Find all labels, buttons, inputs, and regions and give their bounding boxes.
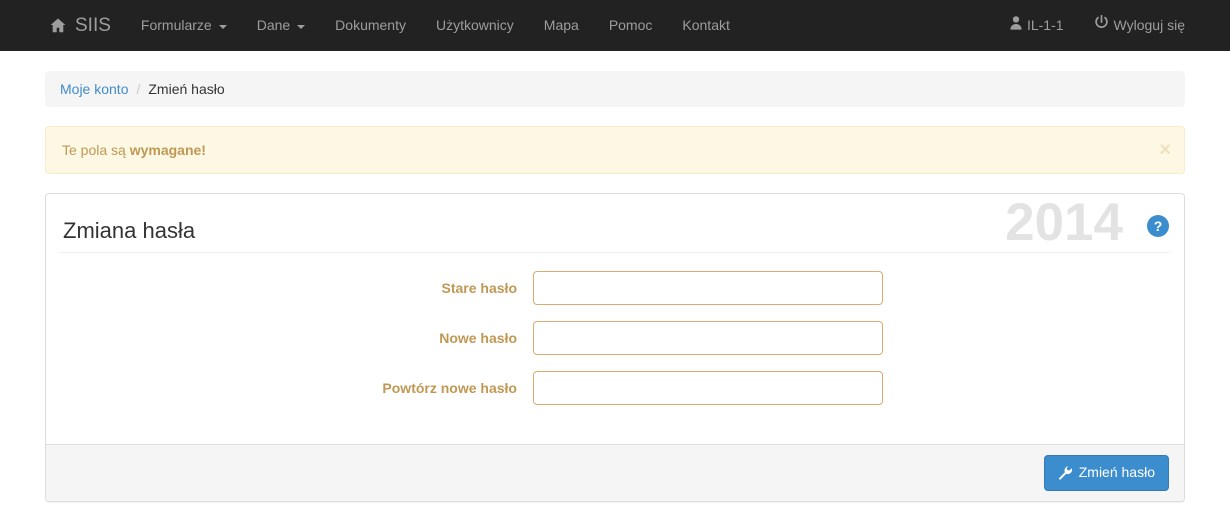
nav-item-label: Mapa (543, 17, 579, 33)
nav-item-user-account[interactable]: IL-1-1 (995, 0, 1079, 51)
nav-item-label: Pomoc (608, 17, 653, 33)
user-label: IL-1-1 (1026, 17, 1064, 33)
panel-header: Zmiana hasła 2014 ? (61, 196, 1169, 253)
nav-item-label: Dane (256, 17, 291, 33)
change-password-button[interactable]: Zmień hasło (1043, 455, 1169, 491)
alert-text: Te pola są wymagane! (62, 142, 206, 158)
navbar-right-group: IL-1-1 Wyloguj się (995, 0, 1230, 51)
alert-text-prefix: Te pola są (62, 142, 130, 158)
new-password-label: Nowe hasło (439, 330, 517, 346)
nav-item-mapa[interactable]: Mapa (529, 0, 594, 51)
nav-item-label: Użytkownicy (435, 17, 514, 33)
navbar-left-group: SIIS Formularze Dane Dokumenty Użytkowni… (0, 0, 745, 51)
new-password-input[interactable] (533, 321, 883, 355)
old-password-label: Stare hasło (441, 280, 517, 296)
change-password-panel: Zmiana hasła 2014 ? Stare hasło Nowe has… (45, 193, 1185, 502)
old-password-input[interactable] (533, 271, 883, 305)
breadcrumb: Moje konto / Zmień hasło (45, 71, 1185, 107)
chevron-down-icon (297, 24, 306, 29)
nav-item-dokumenty[interactable]: Dokumenty (320, 0, 421, 51)
brand-label: SIIS (75, 15, 111, 36)
nav-item-label: Dokumenty (335, 17, 406, 33)
repeat-password-input[interactable] (533, 371, 883, 405)
top-navbar: SIIS Formularze Dane Dokumenty Użytkowni… (0, 0, 1230, 51)
power-icon (1094, 0, 1109, 51)
user-icon (1010, 0, 1022, 51)
form-row-old-password: Stare hasło (61, 271, 1169, 305)
required-fields-alert: Te pola są wymagane! × (45, 126, 1185, 174)
year-watermark: 2014 (1005, 193, 1123, 252)
change-password-button-label: Zmień hasło (1078, 464, 1155, 481)
panel-body: Zmiana hasła 2014 ? Stare hasło Nowe has… (46, 194, 1184, 444)
page-title: Zmiana hasła (63, 217, 196, 243)
alert-text-strong: wymagane! (129, 142, 206, 158)
chevron-down-icon (218, 24, 227, 29)
nav-item-pomoc[interactable]: Pomoc (594, 0, 668, 51)
page-container: Moje konto / Zmień hasło Te pola są wyma… (45, 51, 1185, 502)
form-row-new-password: Nowe hasło (61, 321, 1169, 355)
form-row-repeat-password: Powtórz nowe hasło (61, 371, 1169, 405)
nav-item-logout[interactable]: Wyloguj się (1079, 0, 1200, 51)
help-icon[interactable]: ? (1147, 215, 1169, 237)
brand-siis[interactable]: SIIS (35, 0, 126, 51)
breadcrumb-item-moje-konto: Moje konto (60, 81, 128, 97)
nav-item-uzytkownicy[interactable]: Użytkownicy (421, 0, 529, 51)
breadcrumb-separator: / (136, 81, 141, 97)
change-password-form: Stare hasło Nowe hasło Powtórz nowe hasł… (61, 253, 1169, 429)
nav-item-label: Formularze (140, 17, 212, 33)
repeat-password-label: Powtórz nowe hasło (382, 380, 517, 396)
breadcrumb-link[interactable]: Moje konto (60, 81, 128, 97)
logout-label: Wyloguj się (1113, 17, 1185, 33)
panel-footer: Zmień hasło (46, 444, 1184, 501)
home-icon (50, 18, 66, 33)
nav-item-formularze[interactable]: Formularze (126, 0, 242, 51)
wrench-icon (1058, 466, 1072, 480)
nav-item-label: Kontakt (682, 17, 730, 33)
nav-item-dane[interactable]: Dane (242, 0, 320, 51)
nav-item-kontakt[interactable]: Kontakt (667, 0, 744, 51)
breadcrumb-item-current: Zmień hasło (148, 81, 225, 97)
close-icon[interactable]: × (1159, 140, 1171, 160)
